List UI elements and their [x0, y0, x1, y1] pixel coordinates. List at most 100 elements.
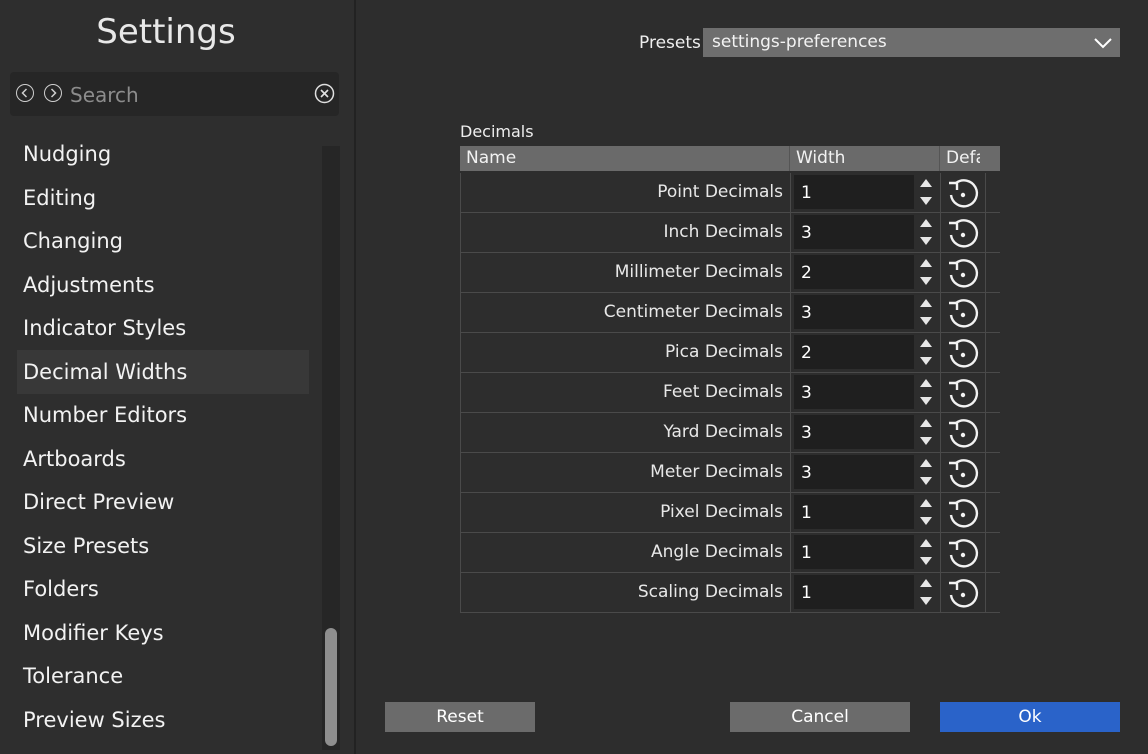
presets-value: settings-preferences [712, 32, 887, 52]
reset-default-icon[interactable] [945, 255, 981, 291]
decimal-width-value: 3 [801, 223, 812, 243]
decimal-name: Pica Decimals [665, 342, 783, 362]
table-row: Millimeter Decimals 2 [460, 253, 1000, 293]
decimal-width-input[interactable]: 1 [794, 495, 914, 529]
column-header-name[interactable]: Name [466, 148, 516, 168]
nav-item-modifier-keys[interactable]: Modifier Keys [17, 611, 309, 655]
decimal-width-value: 2 [801, 263, 812, 283]
decimal-name: Centimeter Decimals [603, 302, 783, 322]
nav-item-direct-preview[interactable]: Direct Preview [17, 480, 309, 524]
decimal-width-input[interactable]: 3 [794, 455, 914, 489]
stepper-arrows-icon[interactable] [915, 375, 937, 409]
stepper-arrows-icon[interactable] [915, 415, 937, 449]
presets-label: Presets [639, 33, 701, 53]
search-input[interactable] [68, 80, 312, 110]
table-row: Meter Decimals 3 [460, 453, 1000, 493]
stepper-arrows-icon[interactable] [915, 535, 937, 569]
table-row: Angle Decimals 1 [460, 533, 1000, 573]
stepper-arrows-icon[interactable] [915, 455, 937, 489]
reset-default-icon[interactable] [945, 535, 981, 571]
stepper-arrows-icon[interactable] [915, 575, 937, 609]
nav-item-size-presets[interactable]: Size Presets [17, 524, 309, 568]
reset-default-icon[interactable] [945, 495, 981, 531]
sidebar: Settings Nudging Editing Changing Adjust… [0, 0, 356, 754]
search-box [10, 72, 339, 116]
stepper-arrows-icon[interactable] [915, 295, 937, 329]
back-arrow-icon[interactable] [16, 84, 34, 102]
decimal-width-value: 2 [801, 343, 812, 363]
decimal-width-value: 1 [801, 503, 812, 523]
decimal-width-value: 1 [801, 183, 812, 203]
decimal-name: Scaling Decimals [637, 582, 783, 602]
decimal-name: Yard Decimals [663, 422, 783, 442]
decimal-width-input[interactable]: 3 [794, 415, 914, 449]
presets-dropdown[interactable]: settings-preferences [703, 28, 1120, 57]
table-row: Point Decimals 1 [460, 173, 1000, 213]
stepper-arrows-icon[interactable] [915, 255, 937, 289]
nav-item-number-editors[interactable]: Number Editors [17, 393, 309, 437]
nav-item-artboards[interactable]: Artboards [17, 437, 309, 481]
reset-default-icon[interactable] [945, 335, 981, 371]
table-row: Pica Decimals 2 [460, 333, 1000, 373]
nav-item-changing[interactable]: Changing [17, 219, 309, 263]
decimal-width-value: 3 [801, 383, 812, 403]
reset-button[interactable]: Reset [385, 702, 535, 732]
nav-item-editing[interactable]: Editing [17, 176, 309, 220]
decimal-width-input[interactable]: 1 [794, 575, 914, 609]
decimal-name: Point Decimals [657, 182, 783, 202]
clear-search-icon[interactable] [314, 83, 335, 104]
decimal-name: Meter Decimals [650, 462, 783, 482]
decimal-width-input[interactable]: 2 [794, 255, 914, 289]
decimal-width-input[interactable]: 1 [794, 175, 914, 209]
decimal-name: Feet Decimals [662, 382, 783, 402]
forward-arrow-icon[interactable] [44, 84, 62, 102]
table-row: Inch Decimals 3 [460, 213, 1000, 253]
decimal-width-input[interactable]: 3 [794, 375, 914, 409]
reset-default-icon[interactable] [945, 575, 981, 611]
decimals-group-label: Decimals [460, 122, 534, 141]
cancel-button[interactable]: Cancel [730, 702, 910, 732]
table-row: Centimeter Decimals 3 [460, 293, 1000, 333]
stepper-arrows-icon[interactable] [915, 175, 937, 209]
reset-default-icon[interactable] [945, 455, 981, 491]
table-row: Pixel Decimals 1 [460, 493, 1000, 533]
reset-default-icon[interactable] [945, 175, 981, 211]
reset-default-icon[interactable] [945, 415, 981, 451]
reset-default-icon[interactable] [945, 375, 981, 411]
table-row: Scaling Decimals 1 [460, 573, 1000, 613]
nav-item-decimal-widths[interactable]: Decimal Widths [17, 350, 309, 394]
decimal-width-value: 1 [801, 583, 812, 603]
stepper-arrows-icon[interactable] [915, 215, 937, 249]
decimal-width-input[interactable]: 1 [794, 535, 914, 569]
chevron-down-icon [1094, 38, 1112, 49]
decimal-width-value: 1 [801, 543, 812, 563]
reset-default-icon[interactable] [945, 215, 981, 251]
ok-button[interactable]: Ok [940, 702, 1120, 732]
reset-default-icon[interactable] [945, 295, 981, 331]
decimal-name: Inch Decimals [663, 222, 784, 242]
table-row: Yard Decimals 3 [460, 413, 1000, 453]
stepper-arrows-icon[interactable] [915, 335, 937, 369]
nav-item-preview-sizes[interactable]: Preview Sizes [17, 698, 309, 742]
stepper-arrows-icon[interactable] [915, 495, 937, 529]
decimal-width-input[interactable]: 3 [794, 215, 914, 249]
sidebar-scroll-thumb[interactable] [325, 628, 337, 746]
sidebar-title: Settings [96, 12, 236, 52]
decimal-width-value: 3 [801, 423, 812, 443]
table-row: Feet Decimals 3 [460, 373, 1000, 413]
decimal-width-input[interactable]: 3 [794, 295, 914, 329]
nav-item-nudging[interactable]: Nudging [17, 132, 309, 176]
decimal-width-value: 3 [801, 303, 812, 323]
column-header-width[interactable]: Width [796, 148, 845, 168]
decimal-name: Angle Decimals [651, 542, 783, 562]
decimal-width-input[interactable]: 2 [794, 335, 914, 369]
nav-item-folders[interactable]: Folders [17, 567, 309, 611]
decimal-name: Millimeter Decimals [614, 262, 783, 282]
decimal-width-value: 3 [801, 463, 812, 483]
sidebar-scrollbar[interactable] [322, 146, 340, 750]
nav-item-tolerance[interactable]: Tolerance [17, 654, 309, 698]
decimal-name: Pixel Decimals [660, 502, 783, 522]
nav-item-adjustments[interactable]: Adjustments [17, 263, 309, 307]
column-header-default[interactable]: Defa [946, 148, 980, 168]
nav-item-indicator-styles[interactable]: Indicator Styles [17, 306, 309, 350]
